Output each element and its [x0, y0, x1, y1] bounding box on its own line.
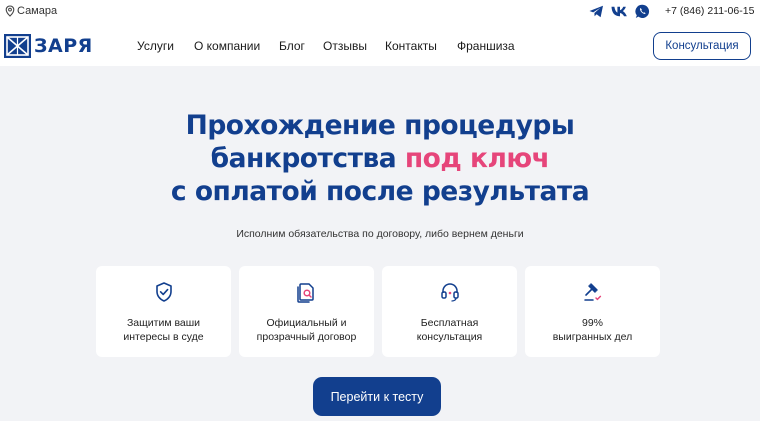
hero-subtitle: Исполним обязательства по договору, либо…: [236, 228, 524, 240]
hero-title-line-1: Прохождение процедуры: [185, 110, 575, 141]
hero-title-line-2-start: банкротства: [210, 143, 405, 174]
feature-text: Бесплатная консультация: [416, 317, 483, 343]
feature-card-contract: Официальный и прозрачный договор: [239, 266, 374, 357]
headset-icon: [441, 283, 459, 302]
feature-text: Защитим ваши интересы в суде: [123, 317, 204, 343]
top-bar: Самара +7 (846) 211-06-15: [0, 0, 760, 24]
city-selector[interactable]: Самара: [5, 5, 57, 17]
nav-kontakty[interactable]: Контакты: [385, 39, 437, 53]
gavel-icon: [584, 283, 602, 301]
nav-franshiza[interactable]: Франшиза: [457, 39, 515, 53]
vk-icon[interactable]: [611, 3, 628, 20]
city-label: Самара: [17, 5, 58, 17]
location-pin-icon: [5, 5, 15, 17]
nav-o-kompanii[interactable]: О компании: [194, 39, 260, 53]
hero-title-line-2: банкротства под ключ: [0, 142, 760, 175]
consultation-button[interactable]: Консультация: [653, 32, 751, 60]
shield-check-icon: [156, 282, 172, 302]
hero-title: Прохождение процедуры банкротства под кл…: [0, 109, 760, 208]
whatsapp-icon[interactable]: [634, 3, 651, 20]
feature-card-protection: Защитим ваши интересы в суде: [96, 266, 231, 357]
feature-text: 99% выигранных дел: [552, 317, 633, 343]
document-search-icon: [297, 283, 314, 303]
telegram-icon[interactable]: [588, 3, 605, 20]
nav-uslugi[interactable]: Услуги: [137, 39, 174, 53]
phone-number[interactable]: +7 (846) 211-06-15: [665, 5, 754, 17]
hero-title-accent: под ключ: [404, 143, 550, 174]
nav-blog[interactable]: Блог: [279, 39, 305, 53]
logo-text: ЗАРЯ: [34, 35, 93, 57]
feature-card-consultation: Бесплатная консультация: [382, 266, 517, 357]
logo[interactable]: ЗАРЯ: [4, 34, 93, 58]
feature-card-won-cases: 99% выигранных дел: [525, 266, 660, 357]
nav-otzyvy[interactable]: Отзывы: [323, 39, 367, 53]
go-to-test-button[interactable]: Перейти к тесту: [313, 377, 441, 416]
main-header: ЗАРЯ: [0, 24, 760, 66]
logo-mark-icon: [4, 34, 31, 58]
feature-text: Официальный и прозрачный договор: [256, 317, 357, 343]
hero-title-line-3: с оплатой после результата: [170, 176, 590, 207]
